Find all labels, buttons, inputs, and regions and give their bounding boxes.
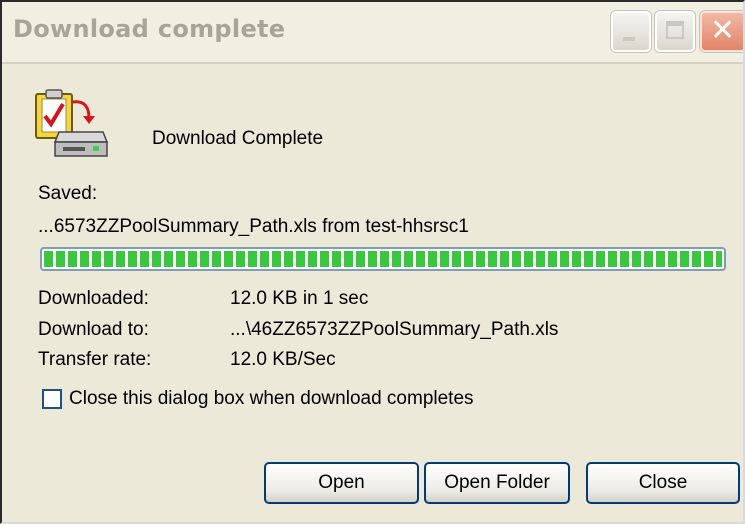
downloaded-label: Downloaded: (38, 288, 149, 309)
transfer-rate-label: Transfer rate: (38, 349, 152, 370)
saved-label: Saved: (38, 183, 98, 204)
download-dialog-window: Download complete ✕ Download Complete Sa… (0, 0, 745, 524)
title-bar[interactable]: Download complete ✕ (2, 2, 743, 64)
window-title: Download complete (13, 15, 286, 43)
progress-fill (44, 251, 722, 267)
open-folder-button[interactable]: Open Folder (424, 462, 570, 504)
close-when-complete-label[interactable]: Close this dialog box when download comp… (69, 388, 474, 410)
minimize-icon (623, 37, 635, 41)
downloaded-value: 12.0 KB in 1 sec (230, 288, 369, 309)
close-window-button[interactable]: ✕ (700, 11, 743, 52)
saved-file-name: ...6573ZZPoolSummary_Path.xls from test-… (38, 216, 469, 237)
download-progress-bar (40, 247, 726, 271)
close-button[interactable]: Close (586, 462, 740, 504)
download-complete-heading: Download Complete (152, 128, 324, 149)
maximize-icon (666, 21, 684, 39)
dialog-body: Download Complete Saved: ...6573ZZPoolSu… (2, 64, 743, 522)
download-complete-icon (35, 89, 109, 157)
maximize-button[interactable] (655, 11, 695, 52)
minimize-button[interactable] (611, 11, 651, 52)
download-to-label: Download to: (38, 319, 149, 340)
close-icon: ✕ (710, 13, 736, 48)
transfer-rate-value: 12.0 KB/Sec (230, 349, 336, 370)
download-to-value: ...\46ZZ6573ZZPoolSummary_Path.xls (230, 319, 559, 340)
open-button[interactable]: Open (264, 462, 419, 504)
close-when-complete-checkbox[interactable] (42, 389, 62, 409)
